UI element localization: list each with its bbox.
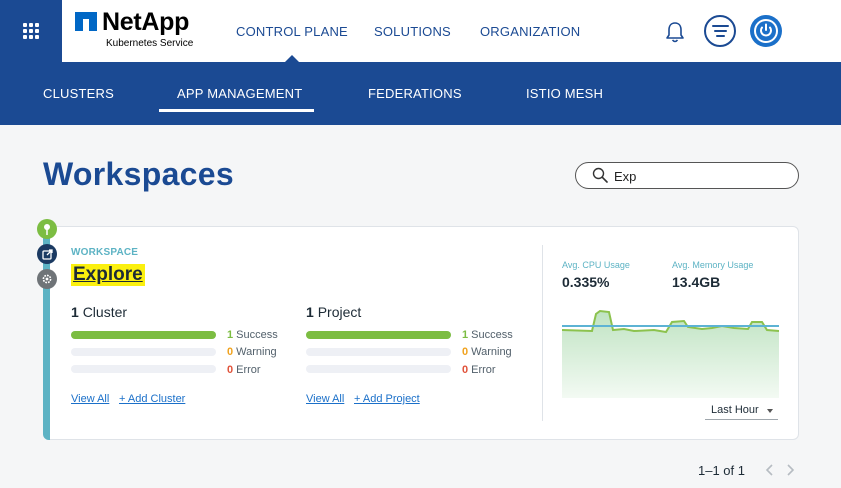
- card-divider: [542, 245, 543, 421]
- chevron-down-icon: [767, 409, 773, 413]
- pin-icon: [44, 224, 50, 235]
- subnav-istio-mesh[interactable]: ISTIO MESH: [526, 62, 603, 125]
- memory-usage-label: Avg. Memory Usage: [672, 260, 754, 270]
- brand-name: NetApp: [102, 8, 190, 36]
- search-input[interactable]: [614, 167, 784, 185]
- project-error-bar: [306, 365, 451, 373]
- power-icon: [754, 19, 778, 43]
- usage-sparkline: [562, 309, 779, 398]
- view-all-clusters-link[interactable]: View All: [71, 393, 109, 405]
- app-launcher-button[interactable]: [0, 0, 62, 62]
- time-range-value: Last Hour: [711, 404, 759, 416]
- add-cluster-link[interactable]: + Add Cluster: [119, 393, 185, 405]
- cluster-error-stat: 0 Error: [227, 364, 261, 376]
- active-tab-indicator: [159, 109, 314, 112]
- cluster-noun: Cluster: [82, 304, 128, 320]
- workspace-name-link[interactable]: Explore: [71, 264, 145, 286]
- brand-logo[interactable]: NetApp Kubernetes Service: [75, 8, 205, 52]
- gear-icon: [42, 274, 52, 284]
- cluster-count: 1: [71, 304, 79, 320]
- settings-button[interactable]: [37, 269, 57, 289]
- subnav-clusters[interactable]: CLUSTERS: [43, 62, 114, 125]
- cluster-error-bar: [71, 365, 216, 373]
- project-count: 1: [306, 304, 314, 320]
- project-warning-stat: 0 Warning: [462, 346, 512, 358]
- cluster-warning-bar: [71, 348, 216, 356]
- subnav-federations[interactable]: FEDERATIONS: [368, 62, 462, 125]
- brand-subtitle: Kubernetes Service: [106, 38, 194, 49]
- project-success-stat: 1 Success: [462, 329, 513, 341]
- project-warning-bar: [306, 348, 451, 356]
- search-box[interactable]: [575, 162, 799, 189]
- cluster-success-stat: 1 Success: [227, 329, 278, 341]
- time-range-select[interactable]: Last Hour: [705, 402, 778, 420]
- topnav-organization[interactable]: ORGANIZATION: [480, 0, 580, 62]
- power-button[interactable]: [750, 15, 782, 47]
- cluster-success-bar: [71, 331, 216, 339]
- memory-usage-value: 13.4GB: [672, 274, 721, 290]
- apps-grid-icon: [23, 23, 39, 39]
- pagination-status: 1–1 of 1: [698, 463, 745, 478]
- cluster-count-title: 1 Cluster: [71, 304, 127, 320]
- external-link-icon: [41, 248, 53, 260]
- project-error-stat: 0 Error: [462, 364, 496, 376]
- pin-button[interactable]: [37, 219, 57, 239]
- cpu-usage-label: Avg. CPU Usage: [562, 260, 630, 270]
- view-all-projects-link[interactable]: View All: [306, 393, 344, 405]
- topnav-control-plane[interactable]: CONTROL PLANE: [236, 0, 348, 62]
- next-page-icon[interactable]: [783, 462, 797, 478]
- workspace-label: WORKSPACE: [71, 247, 139, 258]
- project-noun: Project: [317, 304, 362, 320]
- previous-page-icon[interactable]: [763, 462, 777, 478]
- filter-button[interactable]: [704, 15, 736, 47]
- cluster-warning-stat: 0 Warning: [227, 346, 277, 358]
- open-external-button[interactable]: [37, 244, 57, 264]
- search-icon: [592, 167, 608, 183]
- subnav-app-management[interactable]: APP MANAGEMENT: [177, 62, 302, 125]
- topnav-solutions[interactable]: SOLUTIONS: [374, 0, 451, 62]
- cpu-usage-value: 0.335%: [562, 274, 610, 290]
- add-project-link[interactable]: + Add Project: [354, 393, 420, 405]
- netapp-logo-icon: [75, 12, 97, 31]
- bell-icon[interactable]: [665, 21, 685, 43]
- project-success-bar: [306, 331, 451, 339]
- project-count-title: 1 Project: [306, 304, 361, 320]
- page-title: Workspaces: [43, 156, 234, 192]
